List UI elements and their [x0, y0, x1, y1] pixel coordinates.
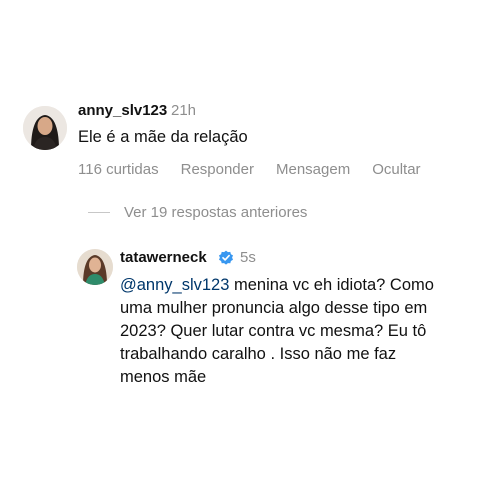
view-replies-label: Ver 19 respostas anteriores	[124, 204, 308, 221]
reply-button[interactable]: Responder	[181, 161, 254, 178]
profile-photo	[77, 249, 113, 285]
profile-photo	[23, 106, 67, 150]
comment-actions: 116 curtidas Responder Mensagem Ocultar	[78, 161, 443, 178]
reply-avatar[interactable]	[77, 249, 113, 285]
mention-link[interactable]: @anny_slv123	[120, 276, 229, 294]
comment-username[interactable]: anny_slv123	[78, 102, 167, 119]
reply-timestamp: 5s	[240, 249, 256, 266]
message-button[interactable]: Mensagem	[276, 161, 350, 178]
view-previous-replies[interactable]: Ver 19 respostas anteriores	[88, 204, 307, 221]
avatar[interactable]	[23, 106, 67, 150]
reply-text: @anny_slv123 menina vc eh idiota? Como u…	[120, 274, 445, 389]
hide-button[interactable]: Ocultar	[372, 161, 420, 178]
divider-line	[88, 212, 110, 213]
reply-username[interactable]: tatawerneck	[120, 249, 207, 266]
comment-timestamp: 21h	[171, 102, 197, 119]
verified-badge-icon	[219, 250, 233, 265]
comment-text: Ele é a mãe da relação	[78, 128, 248, 146]
likes-count[interactable]: 116 curtidas	[78, 161, 159, 178]
